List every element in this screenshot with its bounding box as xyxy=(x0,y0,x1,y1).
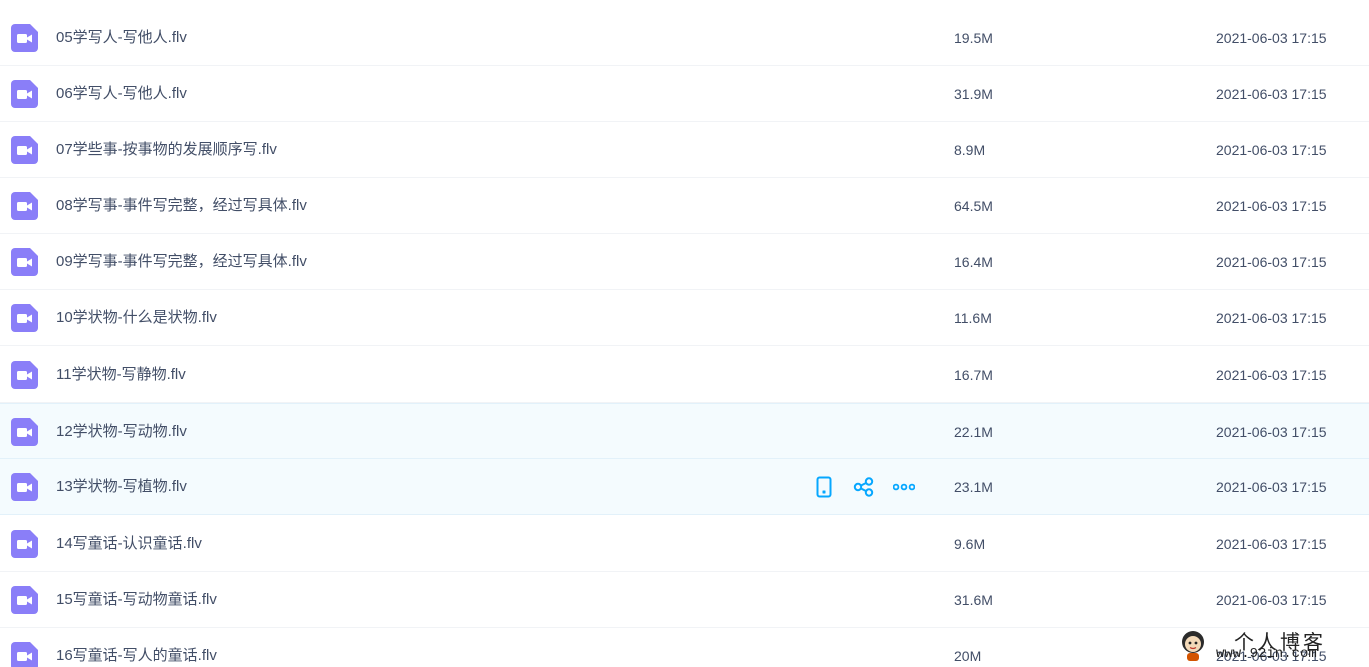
file-name[interactable]: 10学状物-什么是状物.flv xyxy=(56,290,217,346)
file-name[interactable]: 15写童话-写动物童话.flv xyxy=(56,572,217,628)
file-name[interactable]: 11学状物-写静物.flv xyxy=(56,347,186,403)
file-date: 2021-06-03 17:15 xyxy=(1216,424,1327,440)
file-list: 05学写人-写他人.flv 19.5M 2021-06-03 17:15 06学… xyxy=(0,0,1369,667)
share-button[interactable] xyxy=(852,475,876,499)
video-file-icon xyxy=(11,304,38,332)
file-size: 31.6M xyxy=(954,592,993,608)
file-size: 11.6M xyxy=(954,310,992,326)
send-to-phone-button[interactable] xyxy=(812,475,836,499)
video-file-icon xyxy=(11,136,38,164)
file-date: 2021-06-03 17:15 xyxy=(1216,479,1327,495)
file-date: 2021-06-03 17:15 xyxy=(1216,198,1327,214)
file-size: 19.5M xyxy=(954,30,993,46)
file-size: 64.5M xyxy=(954,198,993,214)
video-file-icon xyxy=(11,248,38,276)
file-date: 2021-06-03 17:15 xyxy=(1216,310,1327,326)
more-button[interactable] xyxy=(892,475,916,499)
site-watermark: 个人博客 www.92in.com xyxy=(1172,624,1362,664)
table-row[interactable]: 09学写事-事件写完整，经过写具体.flv 16.4M 2021-06-03 1… xyxy=(0,234,1369,290)
file-name[interactable]: 14写童话-认识童话.flv xyxy=(56,516,202,572)
table-row[interactable]: 14写童话-认识童话.flv 9.6M 2021-06-03 17:15 xyxy=(0,516,1369,572)
video-file-icon xyxy=(11,642,38,667)
mascot-icon xyxy=(1182,631,1204,661)
video-file-icon xyxy=(11,418,38,446)
file-size: 16.4M xyxy=(954,254,993,270)
file-date: 2021-06-03 17:15 xyxy=(1216,30,1327,46)
file-name[interactable]: 08学写事-事件写完整，经过写具体.flv xyxy=(56,178,307,234)
share-icon xyxy=(853,477,874,497)
file-size: 31.9M xyxy=(954,86,993,102)
file-date: 2021-06-03 17:15 xyxy=(1216,86,1327,102)
file-date: 2021-06-03 17:15 xyxy=(1216,142,1327,158)
file-size: 23.1M xyxy=(954,479,993,495)
file-name[interactable]: 06学写人-写他人.flv xyxy=(56,66,187,122)
file-name[interactable]: 12学状物-写动物.flv xyxy=(56,404,187,460)
table-row[interactable]: 11学状物-写静物.flv 16.7M 2021-06-03 17:15 xyxy=(0,347,1369,403)
video-file-icon xyxy=(11,586,38,614)
file-size: 22.1M xyxy=(954,424,993,440)
file-name[interactable]: 13学状物-写植物.flv xyxy=(56,459,187,515)
file-date: 2021-06-03 17:15 xyxy=(1216,254,1327,270)
file-size: 9.6M xyxy=(954,536,986,552)
file-size: 16.7M xyxy=(954,367,993,383)
video-file-icon xyxy=(11,361,38,389)
table-row[interactable]: 07学些事-按事物的发展顺序写.flv 8.9M 2021-06-03 17:1… xyxy=(0,122,1369,178)
row-actions xyxy=(812,475,916,499)
table-row[interactable]: 13学状物-写植物.flv 23.1M 2021-06-03 17:15 xyxy=(0,459,1369,515)
table-row[interactable]: 16写童话-写人的童话.flv 20M 2021-06-03 17:15 xyxy=(0,628,1369,667)
table-row[interactable]: 05学写人-写他人.flv 19.5M 2021-06-03 17:15 xyxy=(0,10,1369,66)
watermark-url: www.92in.com xyxy=(1216,646,1317,662)
video-file-icon xyxy=(11,192,38,220)
file-name[interactable]: 16写童话-写人的童话.flv xyxy=(56,628,217,667)
file-date: 2021-06-03 17:15 xyxy=(1216,536,1327,552)
file-size: 8.9M xyxy=(954,142,986,158)
table-row[interactable]: 12学状物-写动物.flv 22.1M 2021-06-03 17:15 xyxy=(0,403,1369,459)
phone-icon xyxy=(816,476,832,498)
video-file-icon xyxy=(11,80,38,108)
table-row[interactable]: 10学状物-什么是状物.flv 11.6M 2021-06-03 17:15 xyxy=(0,290,1369,346)
file-name[interactable]: 09学写事-事件写完整，经过写具体.flv xyxy=(56,234,307,290)
table-row[interactable]: 15写童话-写动物童话.flv 31.6M 2021-06-03 17:15 xyxy=(0,572,1369,628)
file-date: 2021-06-03 17:15 xyxy=(1216,592,1327,608)
more-icon xyxy=(893,483,915,491)
video-file-icon xyxy=(11,530,38,558)
file-name[interactable]: 07学些事-按事物的发展顺序写.flv xyxy=(56,122,277,178)
video-file-icon xyxy=(11,473,38,501)
table-row[interactable]: 08学写事-事件写完整，经过写具体.flv 64.5M 2021-06-03 1… xyxy=(0,178,1369,234)
file-name[interactable]: 05学写人-写他人.flv xyxy=(56,10,187,66)
file-size: 20M xyxy=(954,648,982,664)
table-row[interactable]: 06学写人-写他人.flv 31.9M 2021-06-03 17:15 xyxy=(0,66,1369,122)
file-date: 2021-06-03 17:15 xyxy=(1216,367,1327,383)
video-file-icon xyxy=(11,24,38,52)
